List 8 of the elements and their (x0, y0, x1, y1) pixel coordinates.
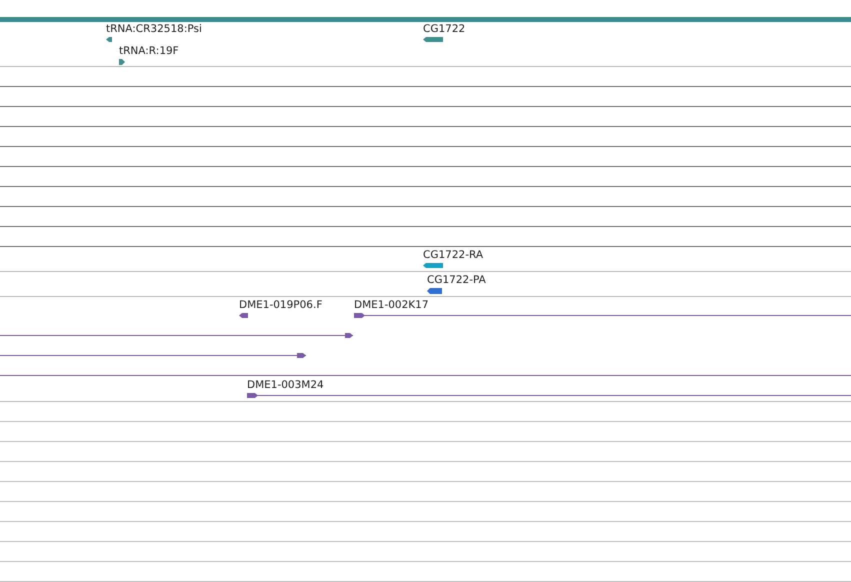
feature-label: CG1722-RA (423, 249, 484, 262)
feature-label: CG1722-PA (427, 274, 486, 287)
feature-label: CG1722 (423, 23, 466, 36)
feature-label: DME1-002K17 (354, 299, 429, 312)
feature-label: tRNA:R:19F (119, 45, 179, 58)
feature-label: DME1-019P06.F (239, 299, 322, 312)
feature-label: DME1-003M24 (247, 379, 324, 392)
feature-label: tRNA:CR32518:Psi (106, 23, 202, 36)
